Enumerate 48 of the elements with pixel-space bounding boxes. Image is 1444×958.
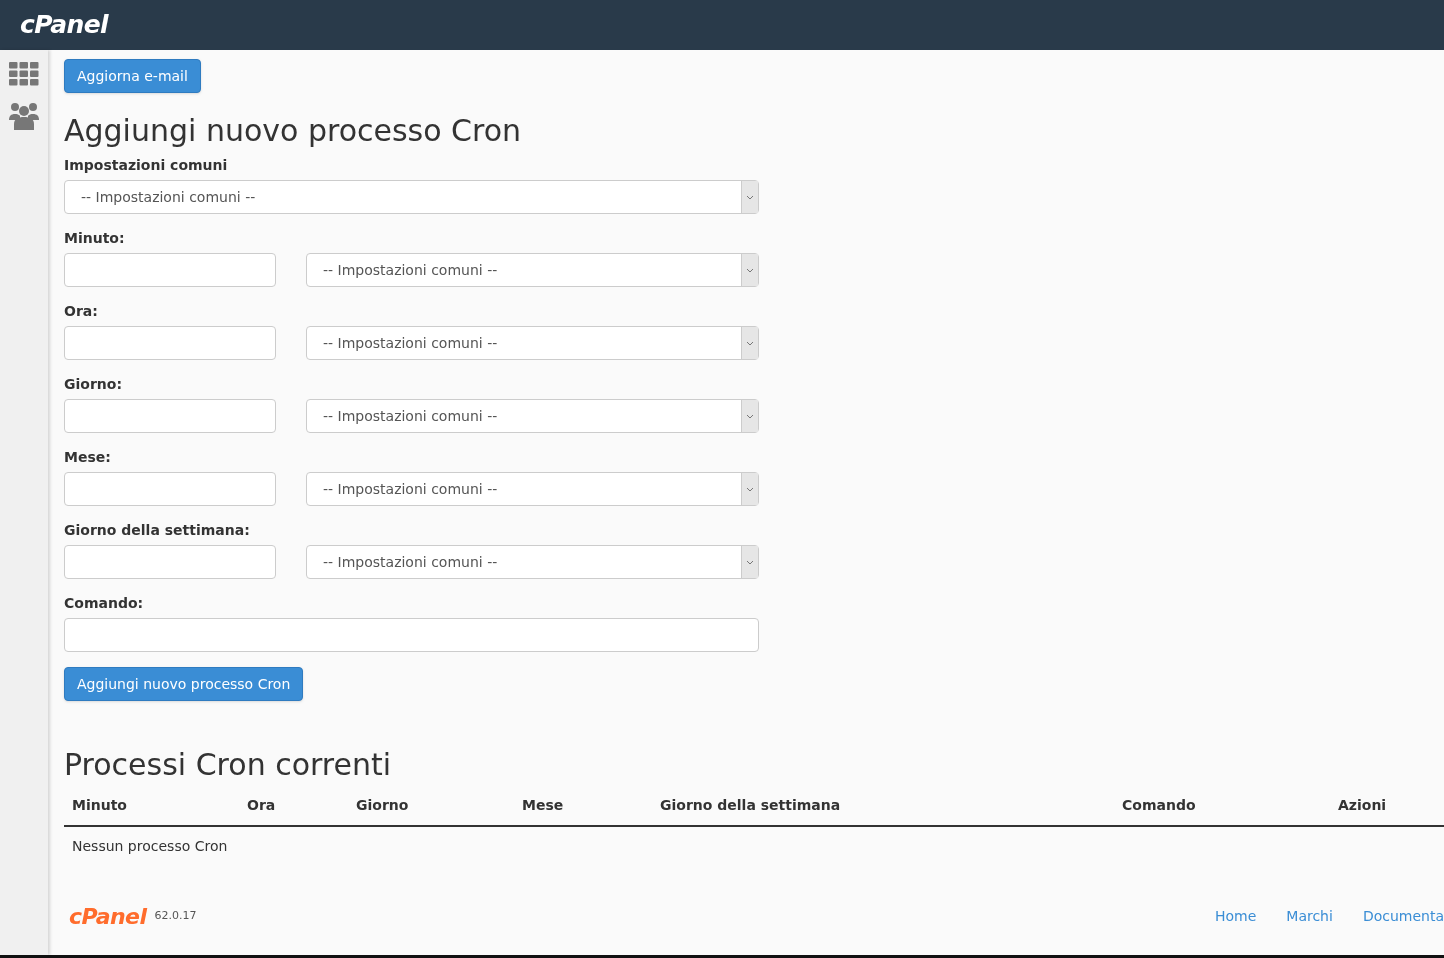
field-label: Minuto:	[64, 229, 126, 248]
input-field[interactable]	[64, 253, 276, 287]
form-title: Aggiungi nuovo processo Cron	[64, 112, 523, 150]
field-label: Ora:	[64, 302, 99, 321]
command-input-field[interactable]	[64, 618, 759, 652]
dropdown-select[interactable]: -- Impostazioni comuni --	[306, 472, 759, 506]
input-field[interactable]	[64, 399, 276, 433]
field-label: Comando:	[64, 594, 145, 613]
chevron-down-icon	[746, 413, 754, 419]
grid-icon[interactable]	[9, 62, 39, 86]
add-cron-button[interactable]: Aggiungi nuovo processo Cron	[64, 667, 304, 701]
input-field[interactable]	[64, 326, 276, 360]
dropdown-value: -- Impostazioni comuni --	[322, 406, 499, 426]
column-header: Azioni	[1338, 797, 1387, 813]
chevron-down-icon	[746, 559, 754, 565]
users-icon[interactable]	[9, 102, 39, 130]
column-header: Mese	[522, 797, 564, 813]
dropdown-value: -- Impostazioni comuni --	[80, 187, 257, 207]
chevron-down-icon	[746, 340, 754, 346]
column-header: Giorno della settimana	[660, 797, 841, 813]
dropdown-value: -- Impostazioni comuni --	[322, 260, 499, 280]
field-label: Giorno della settimana:	[64, 521, 251, 540]
dropdown-select[interactable]: -- Impostazioni comuni --	[306, 545, 759, 579]
empty-message: Nessun processo Cron	[71, 837, 229, 856]
dropdown-value: -- Impostazioni comuni --	[322, 479, 499, 499]
column-header: Comando	[1122, 797, 1196, 813]
dropdown-select[interactable]: -- Impostazioni comuni --	[306, 326, 759, 360]
input-field[interactable]	[64, 545, 276, 579]
chevron-down-icon	[746, 194, 754, 200]
version-text: 62.0.17	[154, 908, 197, 925]
section-title: Processi Cron correnti	[64, 746, 393, 784]
dropdown-select[interactable]: -- Impostazioni comuni --	[306, 253, 759, 287]
input-field[interactable]	[64, 472, 276, 506]
dropdown-value: -- Impostazioni comuni --	[322, 333, 499, 353]
update-email-button[interactable]: Aggiorna e-mail	[64, 59, 201, 93]
footer-logo: cPanel	[69, 903, 147, 931]
field-label: Mese:	[64, 448, 112, 467]
field-label: Giorno:	[64, 375, 123, 394]
logo[interactable]: cPanel	[20, 6, 108, 44]
chevron-down-icon	[746, 267, 754, 273]
dropdown-select[interactable]: -- Impostazioni comuni --	[306, 399, 759, 433]
chevron-down-icon	[746, 486, 754, 492]
column-header: Ora	[247, 797, 276, 813]
column-header: Giorno	[356, 797, 409, 813]
column-header: Minuto	[72, 797, 127, 813]
field-label: Impostazioni comuni	[64, 156, 229, 175]
dropdown-value: -- Impostazioni comuni --	[322, 552, 499, 572]
dropdown-select[interactable]: -- Impostazioni comuni --	[64, 180, 759, 214]
